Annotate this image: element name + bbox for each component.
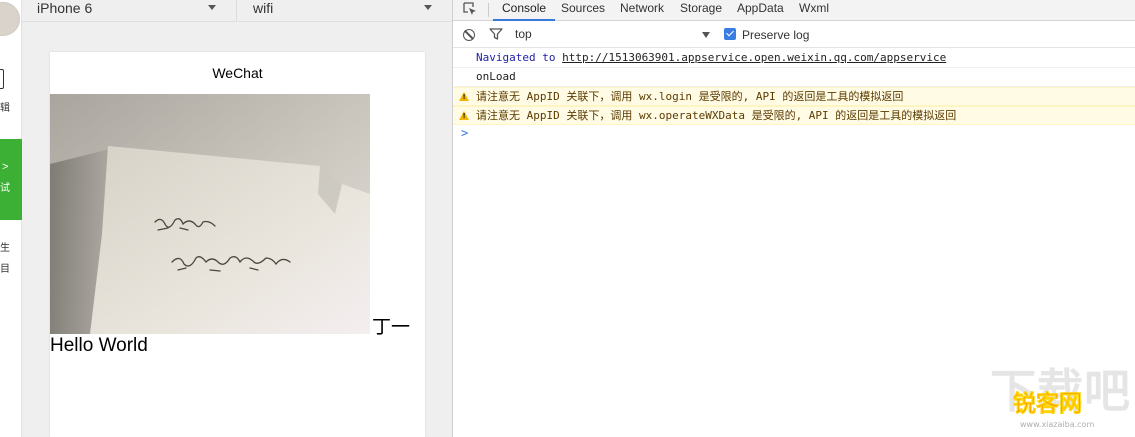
navigated-prefix: Navigated to — [476, 51, 563, 64]
left-tool-strip: 辑 > 试 生 目 — [0, 0, 22, 437]
project-label-top[interactable]: 生 — [0, 243, 10, 255]
debug-button[interactable]: > 试 — [0, 139, 22, 220]
tab-appdata[interactable]: AppData — [737, 0, 784, 21]
navigated-url-link[interactable]: http://1513063901.appservice.open.weixin… — [562, 51, 946, 64]
network-select[interactable]: wifi — [238, 0, 452, 22]
hello-text: Hello World — [50, 335, 148, 356]
console-message: onLoad — [453, 68, 1135, 87]
context-value: top — [515, 27, 532, 41]
prompt-icon: > — [461, 126, 469, 140]
tab-separator — [488, 3, 489, 17]
editor-icon[interactable] — [0, 69, 4, 89]
simulator-panel: iPhone 6 wifi WeChat 丁一 Hello World — [22, 0, 452, 437]
chevron-down-icon — [702, 32, 710, 38]
debug-label: 试 — [0, 183, 10, 194]
devtools-tabbar: Console Sources Network Storage AppData … — [453, 0, 1135, 21]
tab-sources[interactable]: Sources — [561, 0, 605, 21]
device-select[interactable]: iPhone 6 — [22, 0, 237, 22]
tab-console[interactable]: Console — [493, 0, 556, 21]
page-title: WeChat — [212, 65, 263, 81]
phone-screen: WeChat 丁一 Hello World — [50, 52, 425, 437]
tab-storage[interactable]: Storage — [680, 0, 722, 21]
console-toolbar: top Preserve log — [453, 21, 1135, 48]
inline-text: 丁一 — [372, 317, 411, 338]
console-warning: 请注意无 AppID 关联下，调用 wx.operateWXData 是受限的,… — [453, 106, 1135, 125]
onload-text: onLoad — [476, 70, 516, 83]
warning-icon — [459, 111, 469, 120]
chevron-down-icon — [208, 5, 216, 10]
warning-text: 请注意无 AppID 关联下，调用 wx.operateWXData 是受限的,… — [476, 109, 957, 122]
warning-text: 请注意无 AppID 关联下，调用 wx.login 是受限的, API 的返回… — [476, 90, 904, 103]
preserve-log-label[interactable]: Preserve log — [742, 28, 809, 42]
console-prompt[interactable]: > — [453, 125, 1135, 144]
filter-icon[interactable] — [489, 28, 503, 41]
context-select[interactable]: top — [515, 25, 715, 44]
console-warning: 请注意无 AppID 关联下，调用 wx.login 是受限的, API 的返回… — [453, 87, 1135, 106]
editor-label: 辑 — [0, 103, 10, 114]
device-value: iPhone 6 — [37, 0, 93, 16]
debug-icon: > — [2, 161, 9, 173]
clear-console-icon[interactable] — [463, 29, 475, 41]
watermark-url: www.xiazaiba.com — [1020, 420, 1095, 429]
tab-wxml[interactable]: Wxml — [799, 0, 829, 21]
console-message: Navigated to http://1513063901.appservic… — [453, 49, 1135, 68]
network-value: wifi — [253, 0, 274, 16]
avatar[interactable] — [0, 2, 20, 36]
inspect-element-icon[interactable] — [462, 1, 478, 17]
chevron-down-icon — [424, 5, 432, 10]
tab-network[interactable]: Network — [620, 0, 664, 21]
project-label-bottom[interactable]: 目 — [0, 264, 10, 276]
warning-icon — [459, 92, 469, 101]
watermark-logo: 锐客网 — [1013, 391, 1083, 418]
preserve-log-checkbox[interactable] — [724, 28, 736, 40]
note-photo — [50, 94, 370, 334]
console-output: Navigated to http://1513063901.appservic… — [453, 49, 1135, 144]
